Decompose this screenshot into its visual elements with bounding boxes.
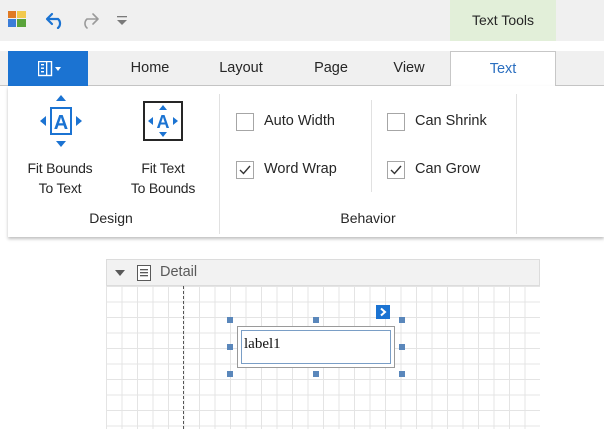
can-shrink-checkbox[interactable]: Can Shrink (387, 110, 503, 136)
fit-text-to-bounds-button[interactable]: A Fit Text To Bounds (118, 92, 208, 202)
group-caption-design: Design (89, 210, 133, 226)
tab-page[interactable]: Page (300, 51, 362, 86)
can-grow-checkbox[interactable]: Can Grow (387, 158, 503, 184)
label-control[interactable]: label1 (237, 326, 395, 368)
page-margin-line (183, 286, 184, 429)
auto-width-check-box[interactable] (236, 113, 254, 131)
report-designer-icon (8, 11, 26, 27)
can-grow-check-box[interactable] (387, 161, 405, 179)
redo-icon[interactable] (77, 11, 101, 29)
resize-handle-right[interactable] (399, 344, 405, 350)
undo-icon[interactable] (44, 11, 68, 30)
resize-handle-bottom[interactable] (313, 371, 319, 377)
label-control-text: label1 (244, 336, 281, 352)
behavior-column-separator (371, 100, 372, 192)
title-bar: Text Tools (0, 0, 604, 41)
smart-tag-icon[interactable] (376, 305, 390, 319)
resize-handle-bottom-right[interactable] (399, 371, 405, 377)
tab-text[interactable]: Text (450, 51, 556, 87)
checkmark-icon (239, 165, 251, 175)
group-separator (516, 94, 517, 234)
collapse-triangle-icon[interactable] (114, 266, 126, 280)
context-group-text-tools: Text Tools (450, 0, 556, 41)
resize-handle-top-left[interactable] (227, 317, 233, 323)
auto-width-label: Auto Width (264, 113, 335, 129)
resize-handle-top-right[interactable] (399, 317, 405, 323)
resize-handle-left[interactable] (227, 344, 233, 350)
detail-band-header[interactable]: Detail (106, 259, 540, 286)
can-grow-label: Can Grow (415, 161, 481, 177)
svg-text:A: A (54, 112, 68, 134)
resize-handle-top[interactable] (313, 317, 319, 323)
file-menu-button[interactable] (8, 51, 88, 86)
band-title: Detail (160, 264, 198, 280)
word-wrap-checkbox[interactable]: Word Wrap (236, 158, 356, 184)
ribbon-menu-icon (37, 60, 62, 82)
word-wrap-label: Word Wrap (264, 161, 337, 177)
checkmark-icon (390, 165, 402, 175)
band-icon (137, 265, 151, 281)
qat-customize-icon[interactable] (114, 11, 130, 29)
auto-width-checkbox[interactable]: Auto Width (236, 110, 356, 136)
word-wrap-check-box[interactable] (236, 161, 254, 179)
tab-layout[interactable]: Layout (208, 51, 274, 86)
can-shrink-check-box[interactable] (387, 113, 405, 131)
fit-text-to-bounds-label: Fit Text To Bounds (130, 160, 196, 196)
svg-text:A: A (157, 112, 170, 132)
fit-bounds-to-text-label: Fit Bounds To Text (27, 160, 93, 196)
resize-handle-bottom-left[interactable] (227, 371, 233, 377)
tab-view[interactable]: View (376, 51, 442, 86)
group-caption-behavior: Behavior (340, 210, 396, 226)
fit-bounds-to-text-button[interactable]: A Fit Bounds To Text (14, 92, 106, 202)
fit-text-to-bounds-icon: A (138, 92, 188, 159)
can-shrink-label: Can Shrink (415, 113, 487, 129)
fit-bounds-to-text-icon: A (36, 92, 86, 159)
tab-home[interactable]: Home (117, 51, 183, 86)
